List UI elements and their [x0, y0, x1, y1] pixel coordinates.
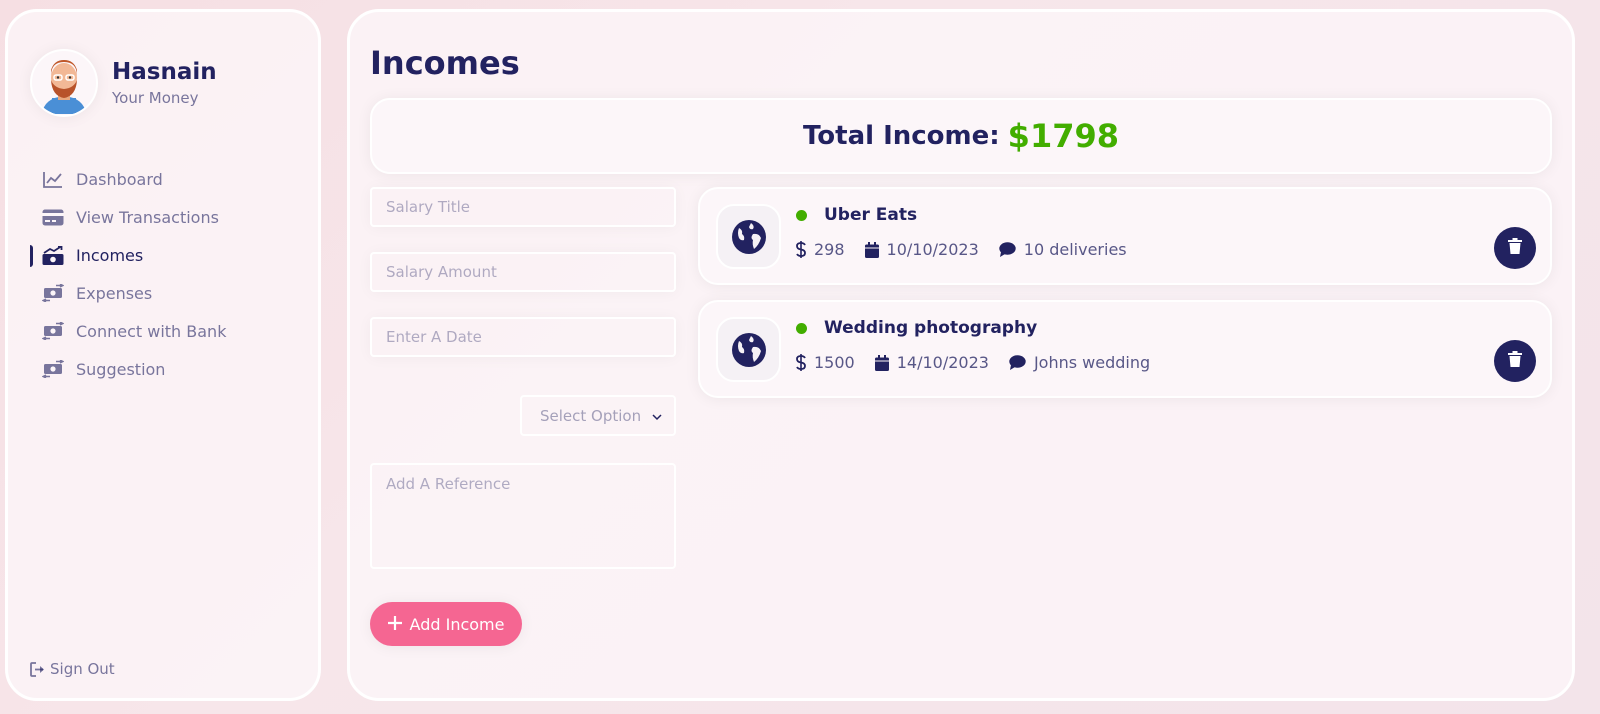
income-note: 10 deliveries [1023, 240, 1127, 259]
dollar-icon [796, 241, 806, 258]
page-title: Incomes [370, 44, 520, 82]
main-panel: Incomes Total Income: $1798 Select Optio… [347, 9, 1575, 701]
income-date: 14/10/2023 [896, 353, 989, 372]
money-exchange-icon [42, 284, 64, 302]
calendar-icon [864, 241, 879, 258]
income-amount: 298 [814, 240, 845, 259]
trash-icon [1508, 238, 1522, 258]
income-item: Uber Eats 298 10/10/2023 10 deliveries [698, 187, 1552, 285]
sign-out-button[interactable]: Sign Out [30, 660, 115, 678]
sidebar-item-expenses[interactable]: Expenses [8, 274, 318, 312]
sidebar-item-incomes[interactable]: Incomes [8, 236, 318, 274]
salary-title-input[interactable] [370, 187, 676, 227]
income-date: 10/10/2023 [886, 240, 979, 259]
income-amount: 1500 [814, 353, 855, 372]
sidebar-item-label: Dashboard [76, 169, 163, 189]
status-dot [796, 209, 807, 221]
sidebar: Hasnain Your Money Dashboard View Transa… [5, 9, 321, 701]
add-income-label: Add Income [409, 614, 505, 634]
user-subtitle: Your Money [112, 89, 199, 107]
money-exchange-icon [42, 360, 64, 378]
sidebar-item-dashboard[interactable]: Dashboard [8, 160, 318, 198]
money-trend-icon [42, 245, 64, 265]
plus-icon [387, 613, 402, 635]
salary-amount-input[interactable] [370, 252, 676, 292]
money-exchange-icon [42, 322, 64, 340]
category-select-value: Select Option [540, 406, 642, 425]
delete-button[interactable] [1494, 340, 1536, 382]
sidebar-item-label: Connect with Bank [76, 321, 227, 341]
sidebar-item-suggestion[interactable]: Suggestion [8, 350, 318, 388]
dollar-icon [796, 354, 806, 371]
total-income-amount: $1798 [1007, 117, 1119, 155]
sidebar-item-connect-bank[interactable]: Connect with Bank [8, 312, 318, 350]
date-input[interactable] [370, 317, 676, 357]
comment-icon [1009, 355, 1026, 370]
income-note: Johns wedding [1033, 353, 1151, 372]
reference-textarea[interactable]: Add A Reference [370, 463, 676, 569]
sign-out-label: Sign Out [50, 660, 115, 678]
total-income-card: Total Income: $1798 [370, 98, 1552, 174]
sidebar-item-label: Expenses [76, 283, 153, 303]
total-income-label: Total Income: [803, 121, 1000, 151]
user-profile: Hasnain Your Money [30, 49, 217, 117]
income-title: Uber Eats [824, 205, 918, 225]
delete-button[interactable] [1494, 227, 1536, 269]
chevron-down-icon [652, 407, 662, 425]
sidebar-item-view-transactions[interactable]: View Transactions [8, 198, 318, 236]
trash-icon [1508, 351, 1522, 371]
category-select[interactable]: Select Option [520, 395, 676, 436]
reference-placeholder: Add A Reference [386, 475, 511, 493]
sidebar-item-label: View Transactions [76, 207, 219, 227]
line-chart-icon [42, 170, 64, 188]
status-dot [796, 322, 807, 334]
globe-icon [716, 317, 781, 382]
calendar-icon [874, 354, 889, 371]
sidebar-item-label: Incomes [76, 245, 144, 265]
globe-icon [716, 204, 781, 269]
sidebar-item-label: Suggestion [76, 359, 166, 379]
avatar [30, 49, 98, 117]
avatar-illustration [42, 60, 86, 114]
comment-icon [999, 242, 1016, 257]
sign-out-icon [30, 661, 46, 677]
add-income-button[interactable]: Add Income [370, 602, 522, 646]
income-item: Wedding photography 1500 14/10/2023 John… [698, 300, 1552, 398]
income-title: Wedding photography [824, 318, 1038, 338]
user-name: Hasnain [112, 59, 217, 85]
income-list: Uber Eats 298 10/10/2023 10 deliveries W… [698, 187, 1552, 413]
credit-card-icon [42, 208, 64, 226]
sidebar-nav: Dashboard View Transactions Incomes Expe… [8, 160, 318, 388]
